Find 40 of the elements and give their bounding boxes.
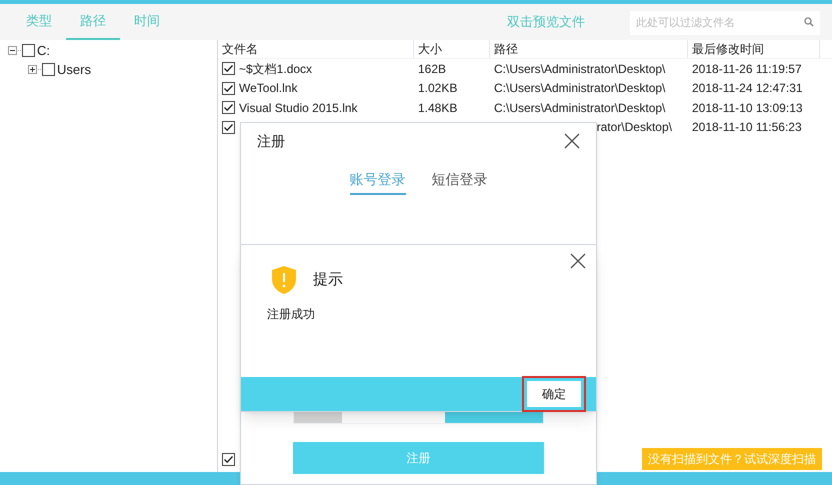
table-cell-text: ~$文档1.docx — [239, 60, 312, 78]
tree-item[interactable]: C: — [37, 40, 50, 60]
column-header[interactable]: 文件名 — [218, 40, 414, 58]
login-tab[interactable]: 短信登录 — [432, 169, 488, 195]
checkbox[interactable] — [222, 62, 235, 76]
shield-warning-icon — [271, 265, 297, 295]
alert-title: 提示 — [313, 270, 343, 290]
search-field[interactable]: 此处可以过滤文件名 — [630, 11, 820, 35]
column-header[interactable]: 路径 — [490, 40, 688, 58]
close-icon[interactable] — [564, 133, 580, 149]
checkbox[interactable] — [22, 44, 35, 57]
preview-hint: 双击预览文件 — [507, 13, 585, 32]
dialog-title: 注册 — [257, 132, 285, 150]
ok-button[interactable]: 确定 — [527, 381, 581, 407]
table-cell: 2018-11-24 12:47:31 — [692, 81, 803, 96]
table-cell: 1.48KB — [418, 100, 458, 115]
checkbox[interactable] — [222, 120, 235, 134]
checkbox[interactable] — [222, 101, 235, 114]
table-cell-text: C:\Users\Administrator\Desktop\ — [494, 60, 666, 78]
column-header[interactable]: 最后修改时间 — [688, 40, 820, 58]
table-cell: 162B — [418, 62, 446, 76]
tree-item[interactable]: Users — [57, 60, 91, 80]
table-cell: 2018-11-26 11:19:57 — [692, 62, 802, 76]
table-cell-text: rator\Desktop\ — [596, 119, 672, 136]
table-cell: 1.02KB — [418, 81, 458, 96]
collapse-icon[interactable] — [8, 46, 17, 55]
search-icon[interactable] — [804, 17, 814, 27]
table-cell-text: C:\Users\Administrator\Desktop\ — [494, 100, 666, 117]
alert-message: 注册成功 — [267, 306, 316, 323]
column-header[interactable]: 大小 — [414, 40, 490, 58]
table-cell-text: C:\Users\Administrator\Desktop\ — [494, 80, 666, 98]
table-cell-text: Visual Studio 2015.lnk — [239, 100, 358, 117]
checkbox[interactable] — [42, 63, 55, 76]
select-all-checkbox[interactable] — [222, 452, 235, 466]
table-cell-text: WeTool.lnk — [239, 80, 298, 98]
checkbox[interactable] — [222, 82, 235, 95]
close-icon[interactable] — [570, 253, 586, 269]
expand-icon[interactable] — [28, 65, 37, 74]
table-cell: 2018-11-10 13:09:13 — [692, 100, 803, 115]
table-cell: 2018-11-10 11:56:23 — [692, 120, 802, 134]
